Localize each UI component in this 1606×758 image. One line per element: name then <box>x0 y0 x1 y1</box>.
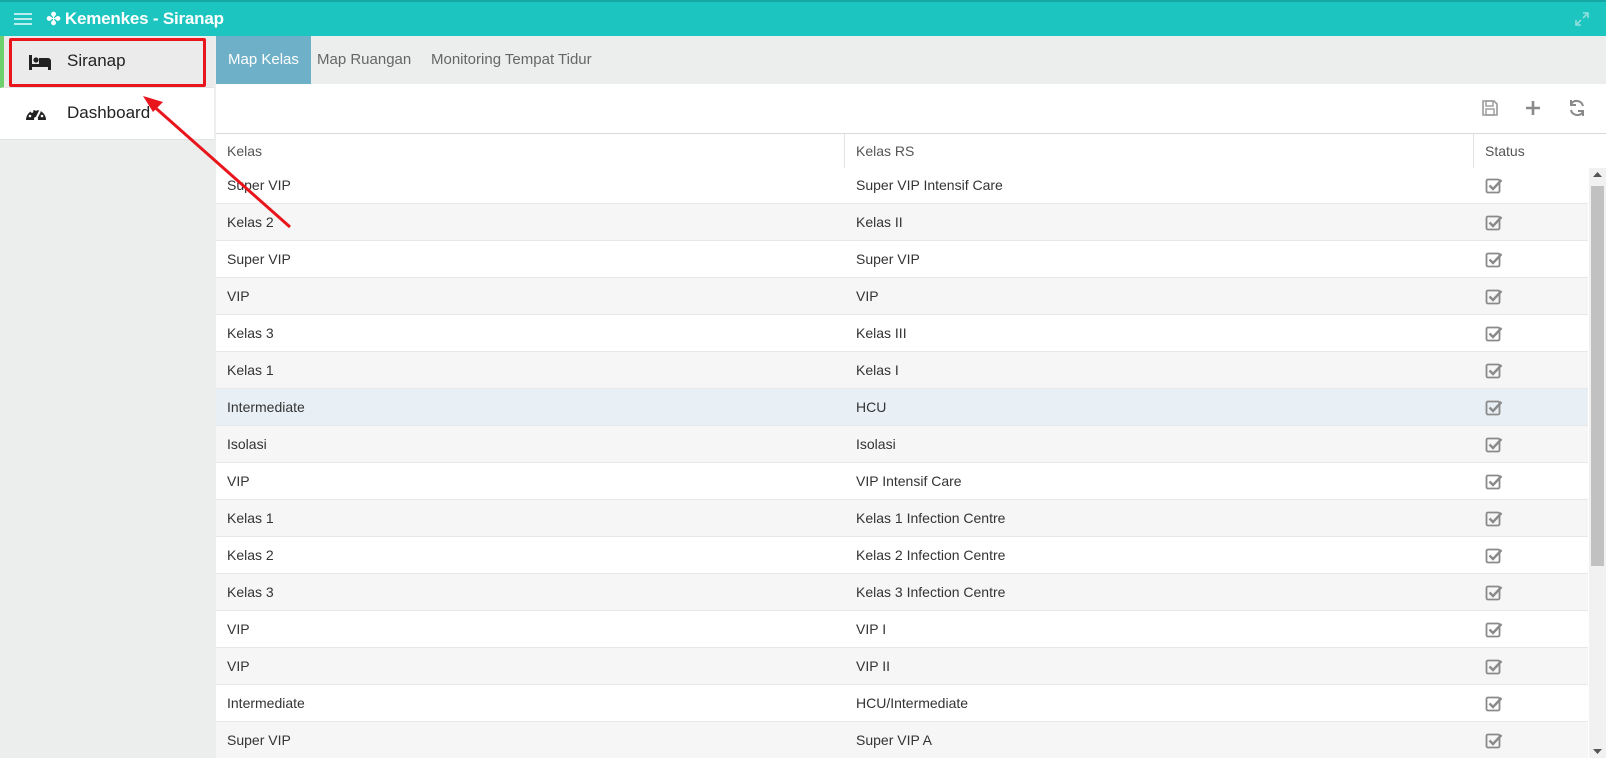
cell-kelas: VIP <box>227 473 250 489</box>
cell-kelas: Kelas 1 <box>227 362 274 378</box>
vertical-scrollbar[interactable] <box>1589 168 1606 758</box>
checked-checkbox-icon[interactable] <box>1485 510 1503 528</box>
cell-kelas-rs: VIP II <box>856 658 890 674</box>
cell-kelas: Kelas 3 <box>227 325 274 341</box>
main-content: Map Kelas Map Ruangan Monitoring Tempat … <box>216 36 1606 758</box>
tab-map-kelas[interactable]: Map Kelas <box>216 36 311 84</box>
table-row[interactable]: Kelas 3 Kelas III <box>216 315 1588 352</box>
table-row[interactable]: Super VIP Super VIP Intensif Care <box>216 168 1588 204</box>
sidebar-item-label: Dashboard <box>67 103 151 122</box>
table-row[interactable]: Super VIP Super VIP <box>216 241 1588 278</box>
column-header-status[interactable]: Status <box>1474 134 1606 168</box>
expand-icon[interactable] <box>1574 11 1590 27</box>
cell-kelas-rs: Super VIP <box>856 251 920 267</box>
cell-kelas: Kelas 1 <box>227 510 274 526</box>
hamburger-menu-icon[interactable] <box>14 10 32 26</box>
tab-map-ruangan[interactable]: Map Ruangan <box>305 36 423 84</box>
scroll-up-arrow-icon[interactable] <box>1589 168 1606 182</box>
checked-checkbox-icon[interactable] <box>1485 621 1503 639</box>
table-row[interactable]: Isolasi Isolasi <box>216 426 1588 463</box>
table-header: Kelas Kelas RS Status <box>216 134 1606 168</box>
cell-kelas-rs: VIP I <box>856 621 887 637</box>
add-icon[interactable] <box>1523 98 1543 118</box>
cell-kelas: Super VIP <box>227 251 291 267</box>
checked-checkbox-icon[interactable] <box>1485 732 1503 750</box>
sidebar-item-dashboard[interactable]: Dashboard <box>0 88 214 140</box>
table-row[interactable]: Kelas 1 Kelas I <box>216 352 1588 389</box>
cell-kelas-rs: Kelas 1 Infection Centre <box>856 510 1006 526</box>
toolbar <box>216 84 1606 134</box>
cell-kelas-rs: Kelas I <box>856 362 899 378</box>
column-header-kelas-rs[interactable]: Kelas RS <box>845 134 1474 168</box>
table-row[interactable]: Kelas 3 Kelas 3 Infection Centre <box>216 574 1588 611</box>
checked-checkbox-icon[interactable] <box>1485 214 1503 232</box>
cell-kelas: Kelas 3 <box>227 584 274 600</box>
checked-checkbox-icon[interactable] <box>1485 251 1503 269</box>
clover-logo-icon: ✤ <box>46 9 61 29</box>
sidebar-item-siranap[interactable]: Siranap <box>0 36 214 88</box>
dashboard-gauge-icon <box>26 108 46 121</box>
table-row[interactable]: VIP VIP Intensif Care <box>216 463 1588 500</box>
cell-kelas-rs: Isolasi <box>856 436 896 452</box>
cell-kelas-rs: Kelas III <box>856 325 907 341</box>
cell-kelas-rs: VIP <box>856 288 879 304</box>
app-title: Kemenkes - Siranap <box>64 9 224 28</box>
tab-bar: Map Kelas Map Ruangan Monitoring Tempat … <box>216 36 1606 84</box>
cell-kelas-rs: VIP Intensif Care <box>856 473 962 489</box>
cell-kelas-rs: HCU/Intermediate <box>856 695 969 711</box>
cell-kelas-rs: Kelas 3 Infection Centre <box>856 584 1006 600</box>
checked-checkbox-icon[interactable] <box>1485 695 1503 713</box>
scroll-thumb[interactable] <box>1591 186 1604 566</box>
cell-kelas-rs: Kelas 2 Infection Centre <box>856 547 1006 563</box>
cell-kelas: Intermediate <box>227 399 305 415</box>
sidebar: Siranap Dashboard <box>0 36 214 758</box>
save-icon[interactable] <box>1480 98 1500 118</box>
checked-checkbox-icon[interactable] <box>1485 177 1503 195</box>
cell-kelas: Intermediate <box>227 695 305 711</box>
checked-checkbox-icon[interactable] <box>1485 362 1503 380</box>
table-row[interactable]: Intermediate HCU <box>216 389 1588 426</box>
table-row[interactable]: Kelas 1 Kelas 1 Infection Centre <box>216 500 1588 537</box>
table-row[interactable]: VIP VIP I <box>216 611 1588 648</box>
cell-kelas: VIP <box>227 658 250 674</box>
checked-checkbox-icon[interactable] <box>1485 584 1503 602</box>
checked-checkbox-icon[interactable] <box>1485 288 1503 306</box>
cell-kelas: Super VIP <box>227 732 291 748</box>
cell-kelas: Kelas 2 <box>227 214 274 230</box>
top-bar: ✤ Kemenkes - Siranap <box>0 0 1606 36</box>
table-row[interactable]: VIP VIP II <box>216 648 1588 685</box>
checked-checkbox-icon[interactable] <box>1485 473 1503 491</box>
checked-checkbox-icon[interactable] <box>1485 658 1503 676</box>
table-row[interactable]: Kelas 2 Kelas II <box>216 204 1588 241</box>
scroll-down-arrow-icon[interactable] <box>1589 744 1606 758</box>
cell-kelas-rs: Super VIP A <box>856 732 933 748</box>
cell-kelas-rs: HCU <box>856 399 887 415</box>
table-row[interactable]: Intermediate HCU/Intermediate <box>216 685 1588 722</box>
cell-kelas-rs: Super VIP Intensif Care <box>856 177 1003 193</box>
table-body: Super VIP Super VIP Intensif Care Kelas 2K… <box>216 168 1588 758</box>
checked-checkbox-icon[interactable] <box>1485 436 1503 454</box>
sidebar-item-label: Siranap <box>67 51 126 70</box>
bed-icon <box>29 55 51 70</box>
refresh-icon[interactable] <box>1567 98 1587 118</box>
cell-kelas: VIP <box>227 288 250 304</box>
table-row[interactable]: Kelas 2 Kelas 2 Infection Centre <box>216 537 1588 574</box>
column-header-kelas[interactable]: Kelas <box>216 134 845 168</box>
tab-monitoring-tempat-tidur[interactable]: Monitoring Tempat Tidur <box>419 36 604 84</box>
cell-kelas: Kelas 2 <box>227 547 274 563</box>
cell-kelas: Isolasi <box>227 436 267 452</box>
checked-checkbox-icon[interactable] <box>1485 399 1503 417</box>
cell-kelas-rs: Kelas II <box>856 214 903 230</box>
checked-checkbox-icon[interactable] <box>1485 547 1503 565</box>
table-row[interactable]: VIP VIP <box>216 278 1588 315</box>
cell-kelas: Super VIP <box>227 177 291 193</box>
cell-kelas: VIP <box>227 621 250 637</box>
checked-checkbox-icon[interactable] <box>1485 325 1503 343</box>
table-row[interactable]: Super VIP Super VIP A <box>216 722 1588 758</box>
app-brand: ✤ Kemenkes - Siranap <box>46 9 224 30</box>
